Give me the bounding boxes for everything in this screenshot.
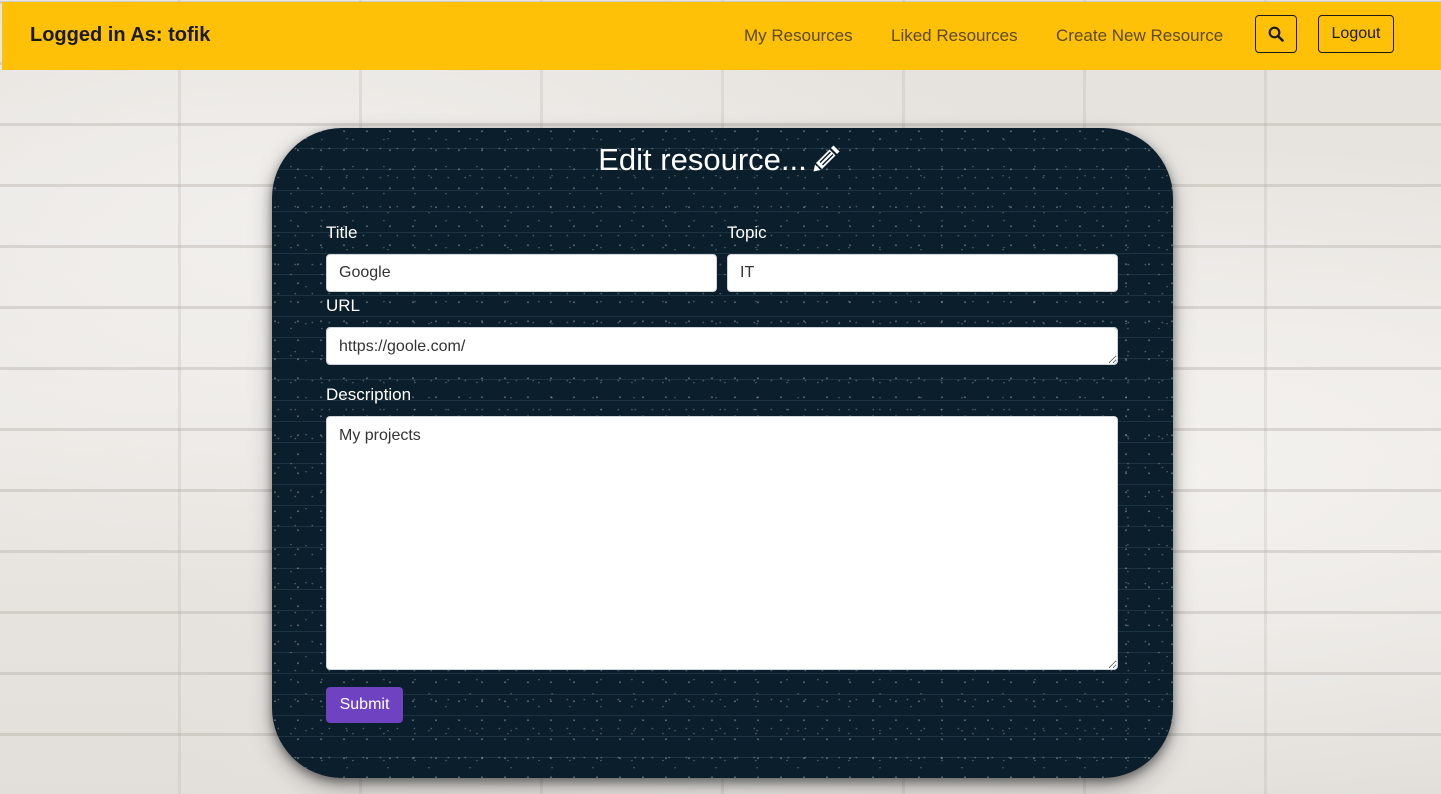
- search-button[interactable]: [1255, 15, 1297, 53]
- form-heading: Edit resource...: [0, 142, 1441, 182]
- submit-button[interactable]: Submit: [326, 687, 403, 723]
- description-textarea[interactable]: My projects: [326, 416, 1118, 670]
- nav-link-liked-resources[interactable]: Liked Resources: [891, 26, 1018, 46]
- logged-in-user: Logged in As: tofik: [30, 24, 211, 46]
- nav-link-create-new-resource[interactable]: Create New Resource: [1056, 26, 1223, 46]
- title-input[interactable]: [326, 254, 717, 292]
- url-input[interactable]: https://goole.com/: [326, 327, 1118, 365]
- logout-button[interactable]: Logout: [1318, 15, 1394, 53]
- topic-input[interactable]: [727, 254, 1118, 292]
- title-label: Title: [326, 223, 358, 242]
- nav-link-my-resources[interactable]: My Resources: [744, 26, 853, 46]
- description-label: Description: [326, 385, 412, 404]
- pencil-icon: [811, 142, 843, 182]
- page: { "navbar": { "brand": "Logged in As: to…: [0, 0, 1441, 794]
- topic-label: Topic: [727, 223, 767, 242]
- top-navbar: Logged in As: tofik My Resources Liked R…: [2, 2, 1441, 70]
- search-icon: [1268, 26, 1284, 42]
- form-heading-text: Edit resource...: [598, 142, 807, 177]
- url-label: URL: [326, 296, 361, 315]
